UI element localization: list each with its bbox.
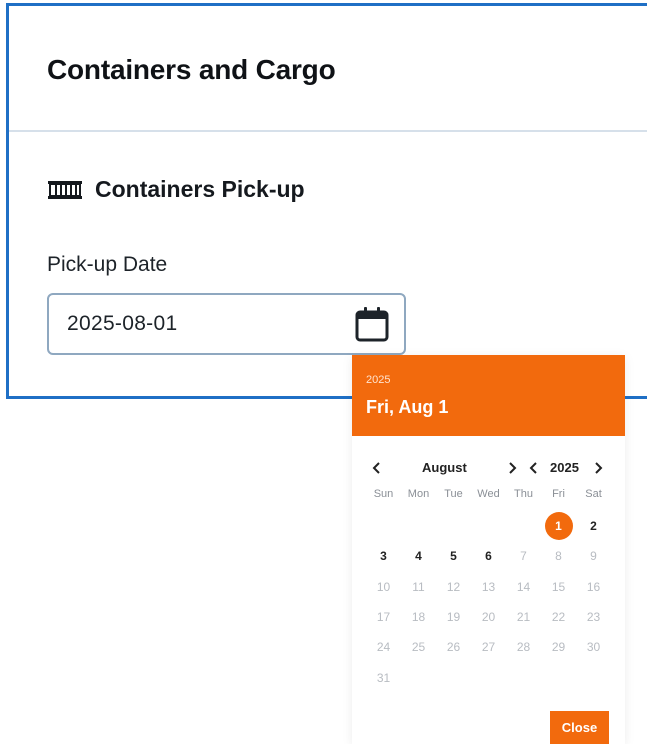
weekday-label: Mon	[407, 488, 430, 500]
day-cell: 22	[551, 610, 566, 625]
weekday-header: Sun Mon Tue Wed Thu Fri Sat	[366, 488, 611, 500]
section-title: Containers Pick-up	[95, 176, 305, 202]
weekday-label: Sat	[585, 488, 602, 500]
empty-cell	[506, 511, 541, 541]
prev-month-icon[interactable]	[369, 457, 385, 479]
day-cell: 31	[376, 670, 391, 685]
section-header: Containers Pick-up	[47, 176, 305, 203]
empty-cell	[401, 511, 436, 541]
day-cell[interactable]: 5	[436, 541, 471, 571]
month-label[interactable]: August	[422, 460, 467, 475]
prev-year-icon[interactable]	[526, 457, 542, 479]
pickup-date-label: Pick-up Date	[47, 253, 168, 276]
selected-day[interactable]: 1	[541, 511, 576, 541]
day-cell: 12	[446, 579, 461, 594]
day-cell[interactable]: 3	[366, 541, 401, 571]
day-cell: 14	[516, 579, 531, 594]
date-picker-popup: 2025 Fri, Aug 1 August 2025 Sun Mon Tue Wed…	[352, 355, 625, 744]
day-grid: 1 2 3 4 5 6 7 8 9 10 11 12 13 14 15 16 17 18 19 20 21 22 23 24 2…	[366, 511, 611, 693]
year-label[interactable]: 2025	[550, 460, 579, 475]
calendar-icon[interactable]	[354, 305, 390, 343]
day-cell: 15	[551, 579, 566, 594]
day-cell: 7	[520, 549, 527, 564]
day-cell: 30	[586, 640, 601, 655]
pickup-date-value: 2025-08-01	[67, 312, 178, 335]
day-cell: 8	[555, 549, 562, 564]
picker-header: 2025 Fri, Aug 1	[352, 355, 625, 436]
picker-header-year[interactable]: 2025	[366, 374, 390, 386]
day-cell: 23	[586, 610, 601, 625]
day-cell: 26	[446, 640, 461, 655]
page-title: Containers and Cargo	[47, 54, 336, 85]
selected-day-label: 1	[544, 512, 573, 541]
day-cell: 20	[481, 610, 496, 625]
day-cell: 19	[446, 610, 461, 625]
empty-cell	[436, 511, 471, 541]
day-cell: 13	[481, 579, 496, 594]
close-button[interactable]: Close	[550, 711, 609, 744]
pickup-date-input[interactable]: 2025-08-01	[47, 293, 406, 355]
containers-panel: Containers and Cargo Containers Pick-up …	[6, 3, 647, 399]
day-cell: 9	[590, 549, 597, 564]
panel-header: Containers and Cargo	[9, 6, 647, 132]
weekday-label: Fri	[552, 488, 565, 500]
empty-cell	[366, 511, 401, 541]
day-cell: 29	[551, 640, 566, 655]
picker-nav: August 2025	[352, 457, 625, 479]
day-cell: 28	[516, 640, 531, 655]
next-year-icon[interactable]	[590, 457, 606, 479]
day-cell: 16	[586, 579, 601, 594]
day-cell[interactable]: 4	[401, 541, 436, 571]
day-cell: 17	[376, 610, 391, 625]
weekday-label: Sun	[373, 488, 394, 500]
empty-cell	[471, 511, 506, 541]
shipping-container-icon	[47, 178, 83, 202]
day-cell: 10	[376, 579, 391, 594]
weekday-label: Tue	[444, 488, 463, 500]
day-cell: 11	[412, 579, 425, 594]
day-cell: 21	[516, 610, 531, 625]
weekday-label: Thu	[514, 488, 533, 500]
day-cell: 24	[376, 640, 391, 655]
day-cell: 27	[481, 640, 496, 655]
picker-header-date: Fri, Aug 1	[366, 397, 449, 417]
day-cell: 18	[411, 610, 426, 625]
next-month-icon[interactable]	[504, 457, 520, 479]
day-cell: 25	[411, 640, 426, 655]
weekday-label: Wed	[477, 488, 500, 500]
day-cell[interactable]: 2	[576, 511, 611, 541]
day-cell[interactable]: 6	[471, 541, 506, 571]
